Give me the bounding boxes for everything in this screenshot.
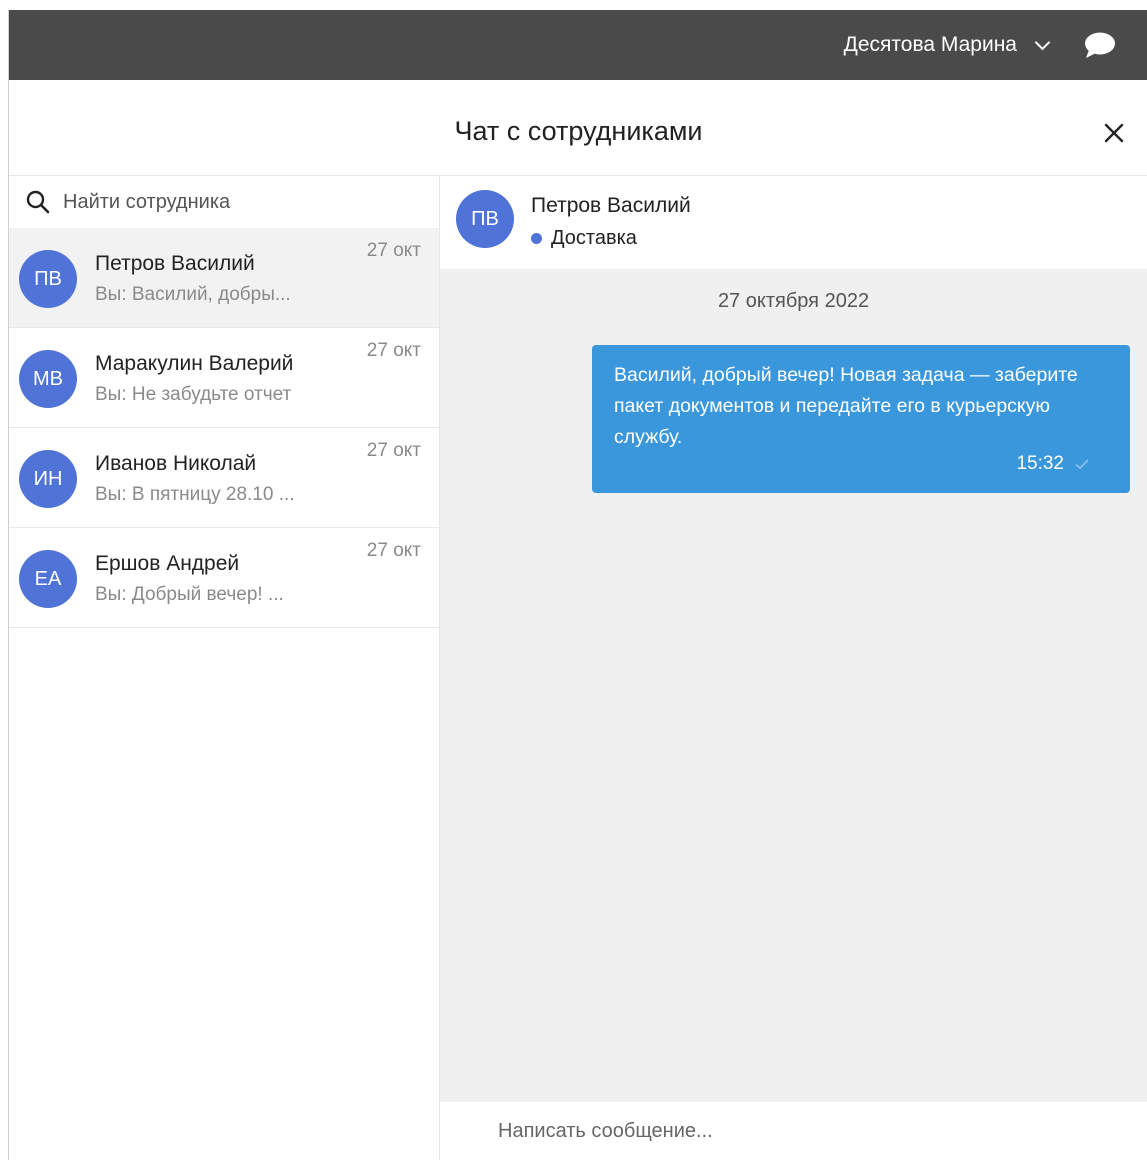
contact-item-ivanov[interactable]: ИН Иванов Николай Вы: В пятницу 28.10 ..… [9, 428, 439, 528]
user-menu[interactable]: Десятова Марина [843, 33, 1051, 57]
search-bar [9, 176, 439, 228]
app-window: Десятова Марина Чат с сотрудниками Найти… [8, 10, 1147, 1160]
status-dot-icon [531, 233, 542, 244]
contact-name: Ершов Андрей [95, 552, 240, 575]
avatar: ПВ [456, 190, 514, 248]
message-meta: 15:32 [1016, 453, 1090, 475]
avatar: ПВ [19, 250, 77, 308]
contact-item-marakulin[interactable]: МВ Маракулин Валерий Вы: Не забудьте отч… [9, 328, 439, 428]
close-icon [1104, 123, 1124, 143]
chat-bubble-icon[interactable] [1084, 31, 1116, 59]
conversation-status: Доставка [531, 227, 637, 250]
contact-name: Маракулин Валерий [95, 352, 294, 375]
message-composer [440, 1102, 1147, 1160]
user-name: Десятова Марина [843, 33, 1017, 56]
chevron-down-icon [1034, 34, 1051, 51]
contact-preview: Вы: В пятницу 28.10 ... [95, 484, 295, 505]
contact-date: 27 окт [366, 540, 421, 561]
contact-name: Иванов Николай [95, 452, 257, 475]
conversation-header: ПВ Петров Василий Доставка [440, 176, 1147, 269]
message-input[interactable] [496, 1118, 1060, 1144]
close-button[interactable] [1100, 119, 1128, 147]
avatar: ЕА [19, 550, 77, 608]
contact-preview: Вы: Не забудьте отчет [95, 384, 292, 405]
contact-date: 27 окт [366, 440, 421, 461]
check-icon [1075, 459, 1089, 470]
panel-title: Чат с сотрудниками [454, 116, 703, 146]
message-time: 15:32 [1016, 453, 1064, 474]
date-separator: 27 октября 2022 [717, 290, 870, 312]
contact-preview: Вы: Добрый вечер! ... [95, 584, 284, 605]
conversation-pane: ПВ Петров Василий Доставка 27 октября 20… [440, 176, 1147, 1160]
contacts-pane: ПВ Петров Василий Вы: Василий, добры... … [9, 176, 440, 1160]
contact-date: 27 окт [366, 340, 421, 361]
contact-item-petrov[interactable]: ПВ Петров Василий Вы: Василий, добры... … [9, 228, 439, 328]
contact-item-ershov[interactable]: ЕА Ершов Андрей Вы: Добрый вечер! ... 27… [9, 528, 439, 628]
contact-name: Петров Василий [95, 252, 255, 275]
message-bubble-outgoing: Василий, добрый вечер! Новая задача — за… [592, 345, 1130, 493]
search-icon [26, 190, 50, 214]
contact-preview: Вы: Василий, добры... [95, 284, 291, 305]
message-text: Василий, добрый вечер! Новая задача — за… [614, 364, 1078, 448]
avatar: ИН [19, 450, 77, 508]
status-label: Доставка [551, 227, 637, 249]
top-bar: Десятова Марина [9, 10, 1147, 80]
contact-date: 27 окт [366, 240, 421, 261]
conversation-name: Петров Василий [531, 194, 691, 217]
avatar: МВ [19, 350, 77, 408]
chat-panel-header: Чат с сотрудниками [9, 88, 1147, 176]
search-input[interactable] [61, 189, 405, 215]
